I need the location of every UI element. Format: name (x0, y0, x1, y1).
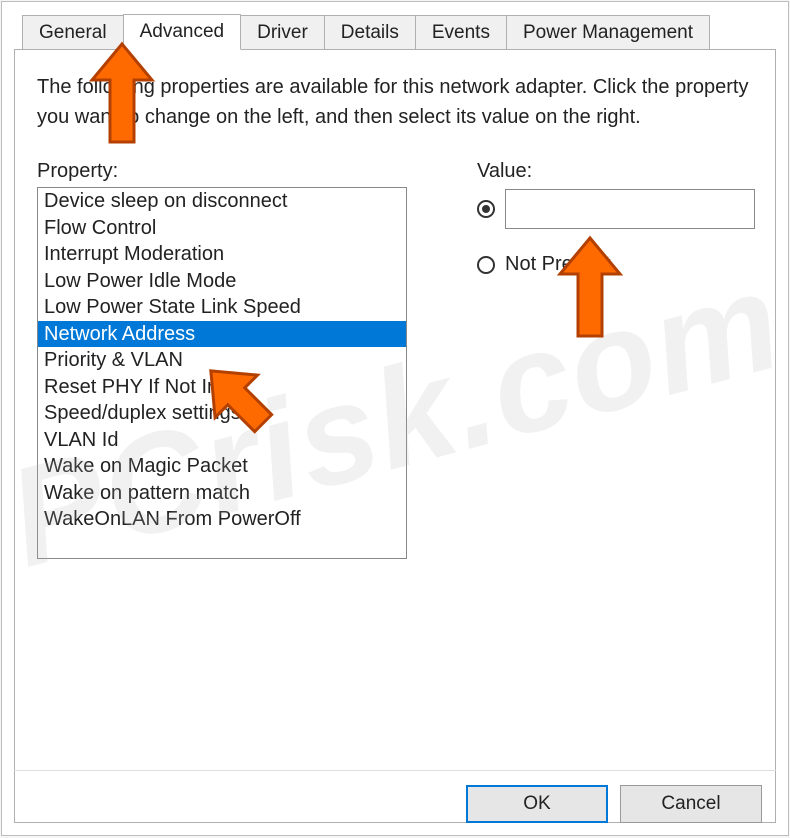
cancel-button[interactable]: Cancel (620, 785, 762, 823)
not-present-radio-row: Not Present (477, 253, 755, 276)
property-item[interactable]: Priority & VLAN (38, 347, 406, 374)
tab-details[interactable]: Details (324, 15, 416, 50)
property-item[interactable]: Low Power State Link Speed (38, 294, 406, 321)
tab-label: Events (432, 22, 490, 43)
tab-driver[interactable]: Driver (240, 15, 325, 50)
tab-panel-advanced: The following properties are available f… (14, 49, 776, 823)
property-item[interactable]: Wake on pattern match (38, 480, 406, 507)
tab-general[interactable]: General (22, 15, 124, 50)
tab-bar: General Advanced Driver Details Events P… (2, 2, 788, 50)
tab-advanced[interactable]: Advanced (123, 14, 242, 50)
property-item[interactable]: Interrupt Moderation (38, 241, 406, 268)
property-item[interactable]: Flow Control (38, 215, 406, 242)
tab-power-management[interactable]: Power Management (506, 15, 710, 50)
not-present-label: Not Present (505, 253, 611, 276)
button-separator (14, 770, 776, 771)
value-column: Value: Not Present (457, 160, 755, 559)
property-item[interactable]: Reset PHY If Not In (38, 374, 406, 401)
property-item-selected[interactable]: Network Address (38, 321, 406, 348)
property-item[interactable]: Speed/duplex settings (38, 400, 406, 427)
property-item[interactable]: Low Power Idle Mode (38, 268, 406, 295)
radio-value[interactable] (477, 200, 495, 218)
property-item[interactable]: WakeOnLAN From PowerOff (38, 506, 406, 533)
property-column: Property: Device sleep on disconnect Flo… (37, 160, 417, 559)
button-label: Cancel (661, 793, 720, 815)
panel-description: The following properties are available f… (37, 72, 753, 132)
value-input[interactable] (505, 189, 755, 229)
dialog-window: General Advanced Driver Details Events P… (1, 1, 789, 836)
content-row: Property: Device sleep on disconnect Flo… (37, 160, 753, 559)
value-radio-row (477, 189, 755, 229)
property-label: Property: (37, 160, 417, 183)
button-label: OK (523, 793, 550, 815)
tab-label: Details (341, 22, 399, 43)
tab-label: Driver (257, 22, 308, 43)
property-item[interactable]: Device sleep on disconnect (38, 188, 406, 215)
property-item[interactable]: VLAN Id (38, 427, 406, 454)
ok-button[interactable]: OK (466, 785, 608, 823)
dialog-button-row: OK Cancel (466, 785, 762, 823)
property-item[interactable]: Wake on Magic Packet (38, 453, 406, 480)
value-label: Value: (477, 160, 755, 183)
tab-label: General (39, 22, 107, 43)
tab-label: Power Management (523, 22, 693, 43)
radio-not-present[interactable] (477, 256, 495, 274)
tab-label: Advanced (140, 21, 225, 42)
tab-events[interactable]: Events (415, 15, 507, 50)
property-listbox[interactable]: Device sleep on disconnect Flow Control … (37, 187, 407, 559)
